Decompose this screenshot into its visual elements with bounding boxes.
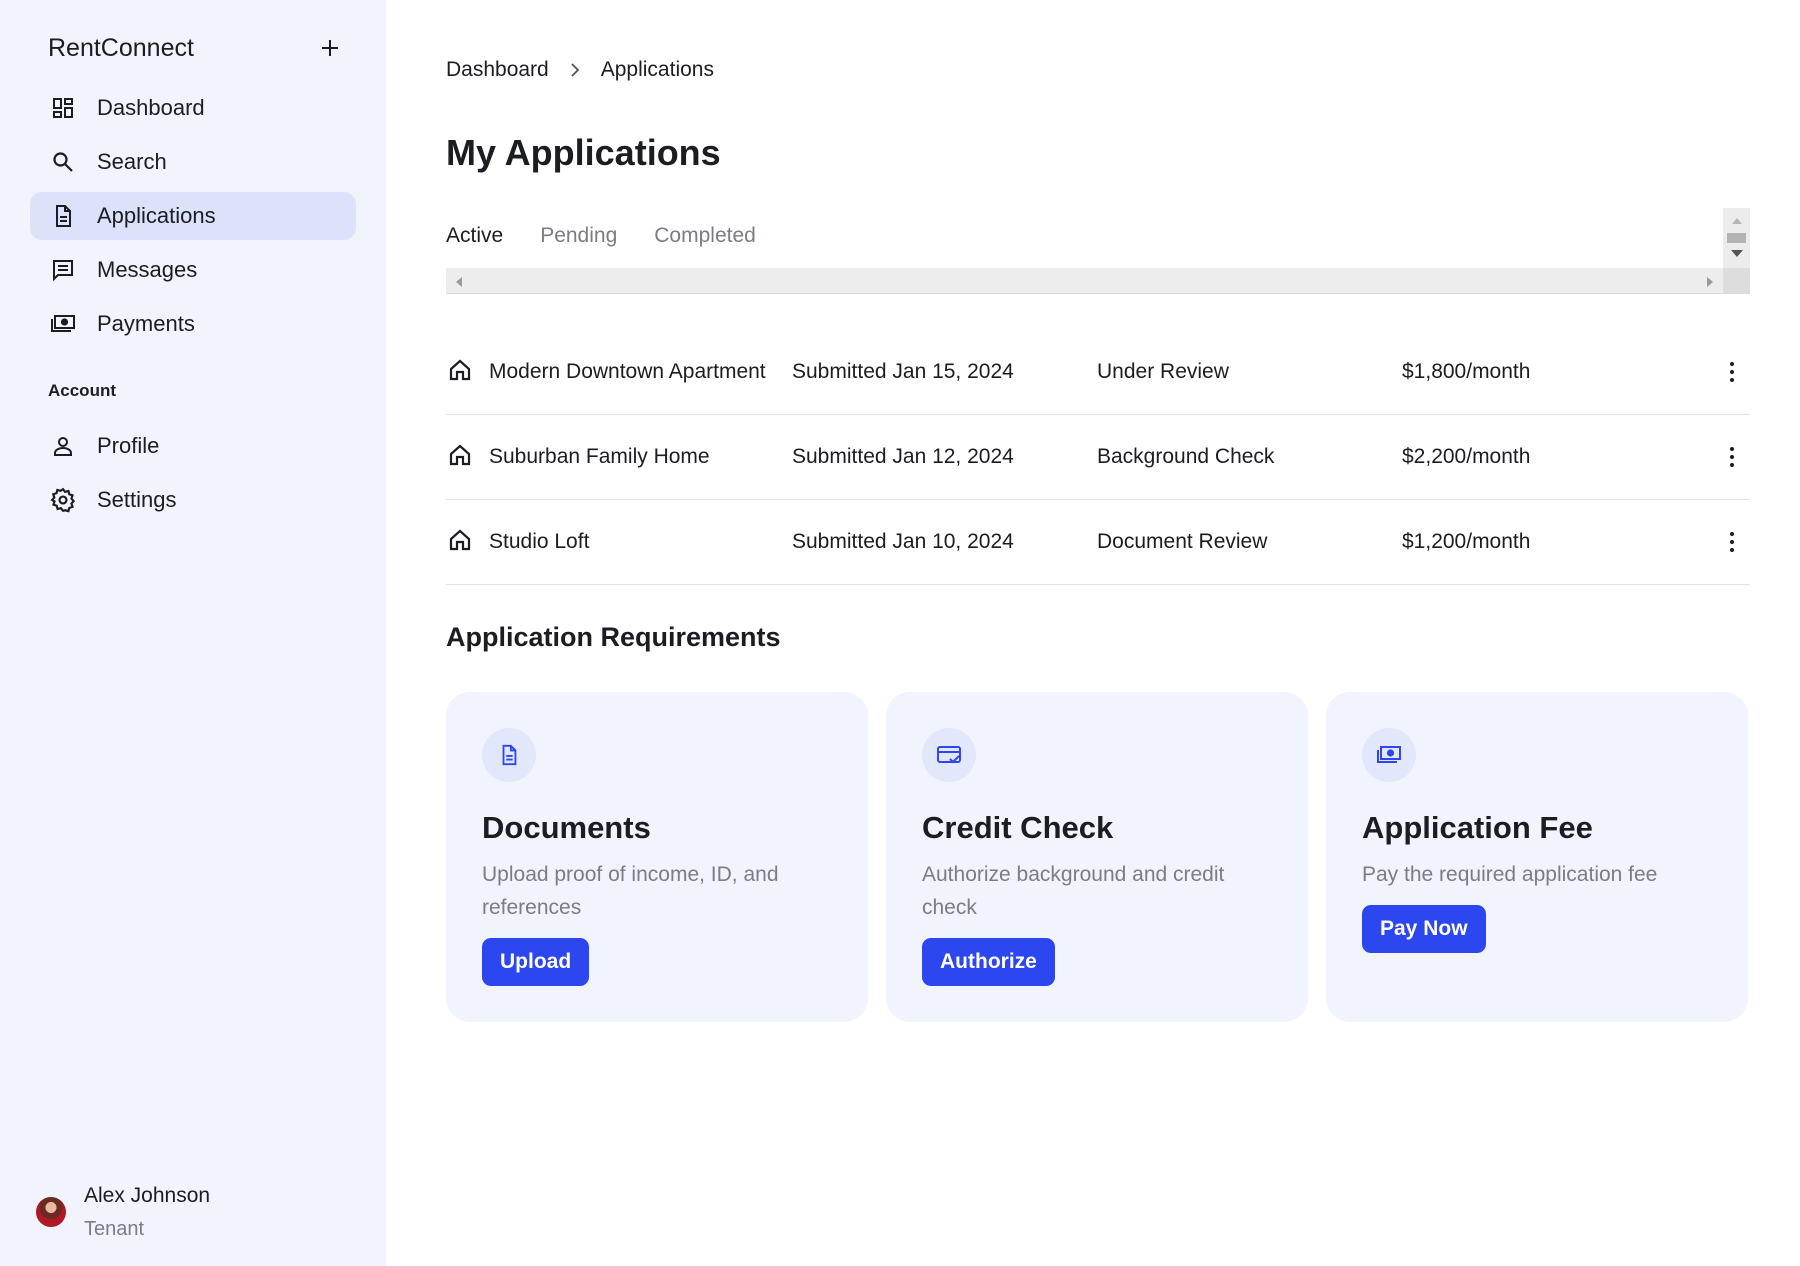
sidebar-nav: Dashboard Search Applications Messages P… (30, 84, 356, 354)
rent-price: $2,200/month (1402, 445, 1531, 468)
payments-icon (1362, 728, 1416, 782)
plus-icon (322, 40, 338, 56)
brand-row: RentConnect (48, 30, 348, 66)
message-icon (50, 257, 76, 283)
sidebar-item-label: Dashboard (97, 95, 205, 120)
breadcrumb: Dashboard Applications (446, 58, 714, 82)
user-name: Alex Johnson (84, 1183, 211, 1207)
sidebar-item-label: Messages (97, 257, 198, 282)
application-status: Document Review (1097, 530, 1268, 553)
documents-card: Documents Upload proof of income, ID, an… (446, 692, 868, 1022)
payments-icon (50, 311, 76, 337)
credit-card-check-icon (922, 728, 976, 782)
home-icon (448, 443, 472, 472)
sidebar-item-label: Search (97, 149, 167, 174)
account-nav: Profile Settings (30, 422, 356, 530)
card-title: Documents (482, 810, 651, 845)
credit-check-card: Credit Check Authorize background and cr… (886, 692, 1308, 1022)
requirements-title: Application Requirements (446, 622, 781, 652)
card-description: Pay the required application fee (1362, 863, 1658, 886)
home-icon (448, 358, 472, 387)
user-info: Alex Johnson Tenant (84, 1184, 210, 1241)
submitted-date: Submitted Jan 10, 2024 (792, 530, 1014, 553)
gear-icon (50, 487, 76, 513)
application-status: Background Check (1097, 445, 1275, 468)
pay-now-button[interactable]: Pay Now (1362, 905, 1486, 953)
tab-active[interactable]: Active (446, 224, 503, 248)
brand-name: RentConnect (48, 33, 194, 62)
home-icon (448, 528, 472, 557)
scroll-thumb[interactable] (1727, 233, 1746, 243)
page-title: My Applications (446, 132, 721, 173)
scroll-right-arrow-icon[interactable] (1707, 277, 1713, 287)
rent-price: $1,800/month (1402, 360, 1531, 383)
sidebar-item-settings[interactable]: Settings (30, 476, 356, 524)
document-icon (482, 728, 536, 782)
user-profile[interactable]: Alex Johnson Tenant (36, 1180, 356, 1244)
property-name: Suburban Family Home (489, 445, 710, 468)
account-section-label: Account (48, 381, 116, 400)
application-row[interactable]: Studio Loft Submitted Jan 10, 2024 Docum… (446, 500, 1750, 585)
more-options-icon[interactable] (1720, 441, 1744, 473)
sidebar-item-label: Settings (97, 487, 177, 512)
sidebar-item-label: Payments (97, 311, 195, 336)
requirements-cards: Documents Upload proof of income, ID, an… (446, 692, 1750, 1022)
card-description: Upload proof of income, ID, and referenc… (482, 863, 779, 919)
tab-pending[interactable]: Pending (540, 224, 617, 248)
person-icon (50, 433, 76, 459)
property-name: Studio Loft (489, 530, 590, 553)
new-button[interactable] (312, 30, 348, 66)
search-icon (50, 149, 76, 175)
application-row[interactable]: Suburban Family Home Submitted Jan 12, 2… (446, 415, 1750, 500)
property-name: Modern Downtown Apartment (489, 360, 766, 383)
breadcrumb-current: Applications (600, 58, 714, 81)
application-list: Modern Downtown Apartment Submitted Jan … (446, 330, 1750, 585)
sidebar-item-profile[interactable]: Profile (30, 422, 356, 470)
breadcrumb-dashboard-link[interactable]: Dashboard (446, 58, 549, 82)
more-options-icon[interactable] (1720, 356, 1744, 388)
submitted-date: Submitted Jan 12, 2024 (792, 445, 1014, 468)
sidebar-item-label: Applications (97, 203, 216, 228)
scrollbar-corner (1723, 268, 1750, 294)
scroll-up-arrow-icon[interactable] (1732, 218, 1742, 224)
vertical-scrollbar[interactable] (1723, 208, 1750, 294)
authorize-button[interactable]: Authorize (922, 938, 1055, 986)
card-title: Application Fee (1362, 810, 1593, 845)
sidebar-item-label: Profile (97, 433, 160, 458)
document-icon (50, 203, 76, 229)
tab-completed[interactable]: Completed (654, 224, 756, 248)
card-title: Credit Check (922, 810, 1114, 845)
sidebar-item-messages[interactable]: Messages (30, 246, 356, 294)
card-description: Authorize background and credit check (922, 863, 1225, 919)
application-fee-card: Application Fee Pay the required applica… (1326, 692, 1748, 1022)
horizontal-scrollbar[interactable] (446, 268, 1723, 294)
sidebar: RentConnect Dashboard Search Application… (0, 0, 386, 1266)
rent-price: $1,200/month (1402, 530, 1531, 553)
more-options-icon[interactable] (1720, 526, 1744, 558)
sidebar-item-payments[interactable]: Payments (30, 300, 356, 348)
sidebar-item-dashboard[interactable]: Dashboard (30, 84, 356, 132)
application-tabs: Active Pending Completed (446, 224, 793, 248)
submitted-date: Submitted Jan 15, 2024 (792, 360, 1014, 383)
scroll-down-arrow-icon[interactable] (1731, 250, 1743, 257)
avatar (36, 1197, 66, 1227)
dashboard-icon (50, 95, 76, 121)
upload-button[interactable]: Upload (482, 938, 590, 986)
application-row[interactable]: Modern Downtown Apartment Submitted Jan … (446, 330, 1750, 415)
sidebar-item-applications[interactable]: Applications (30, 192, 356, 240)
scroll-left-arrow-icon[interactable] (456, 277, 462, 287)
main-content: Dashboard Applications My Applications A… (446, 0, 1750, 1266)
user-role: Tenant (84, 1217, 145, 1240)
sidebar-item-search[interactable]: Search (30, 138, 356, 186)
application-status: Under Review (1097, 360, 1229, 383)
chevron-right-icon (569, 62, 581, 78)
